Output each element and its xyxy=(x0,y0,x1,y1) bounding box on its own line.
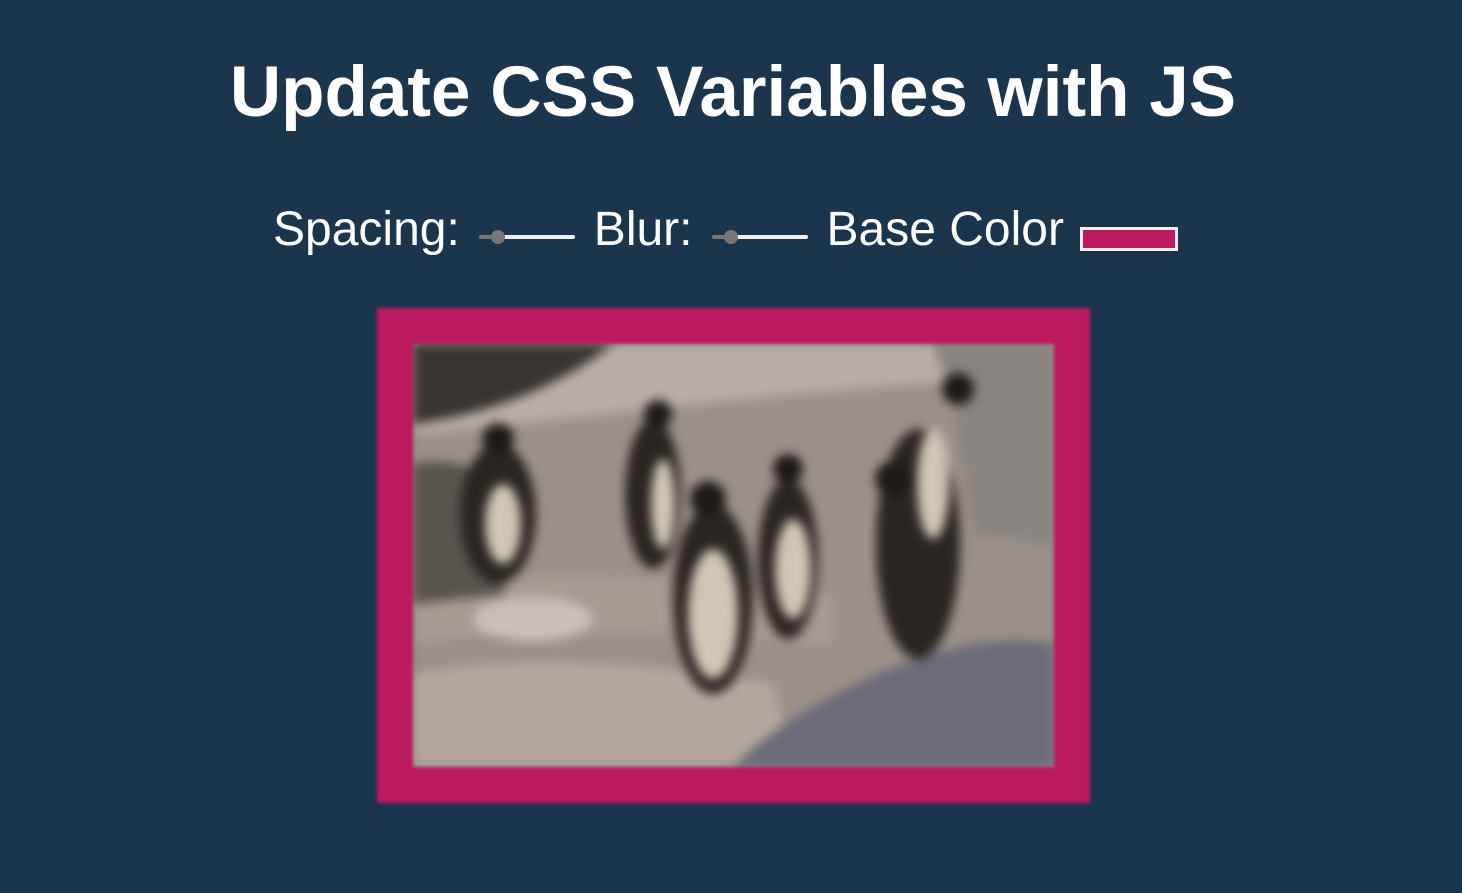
controls-bar: Spacing: Blur: Base Color xyxy=(273,200,1178,260)
base-color-picker[interactable] xyxy=(1079,227,1178,251)
spacing-label: Spacing: xyxy=(273,203,460,256)
image-frame xyxy=(377,308,1090,803)
blur-slider[interactable] xyxy=(711,227,808,247)
penguins-photo xyxy=(413,344,1054,767)
page: Update CSS Variables with JS Spacing: Bl… xyxy=(0,0,1462,893)
page-title: Update CSS Variables with JS xyxy=(229,53,1237,132)
base-color-label: Base Color xyxy=(826,203,1064,256)
spacing-slider[interactable] xyxy=(478,227,575,247)
blur-slider-thumb[interactable] xyxy=(723,230,738,244)
penguins-image xyxy=(413,344,1054,767)
spacing-slider-thumb[interactable] xyxy=(490,230,505,244)
blur-label: Blur: xyxy=(593,203,693,256)
